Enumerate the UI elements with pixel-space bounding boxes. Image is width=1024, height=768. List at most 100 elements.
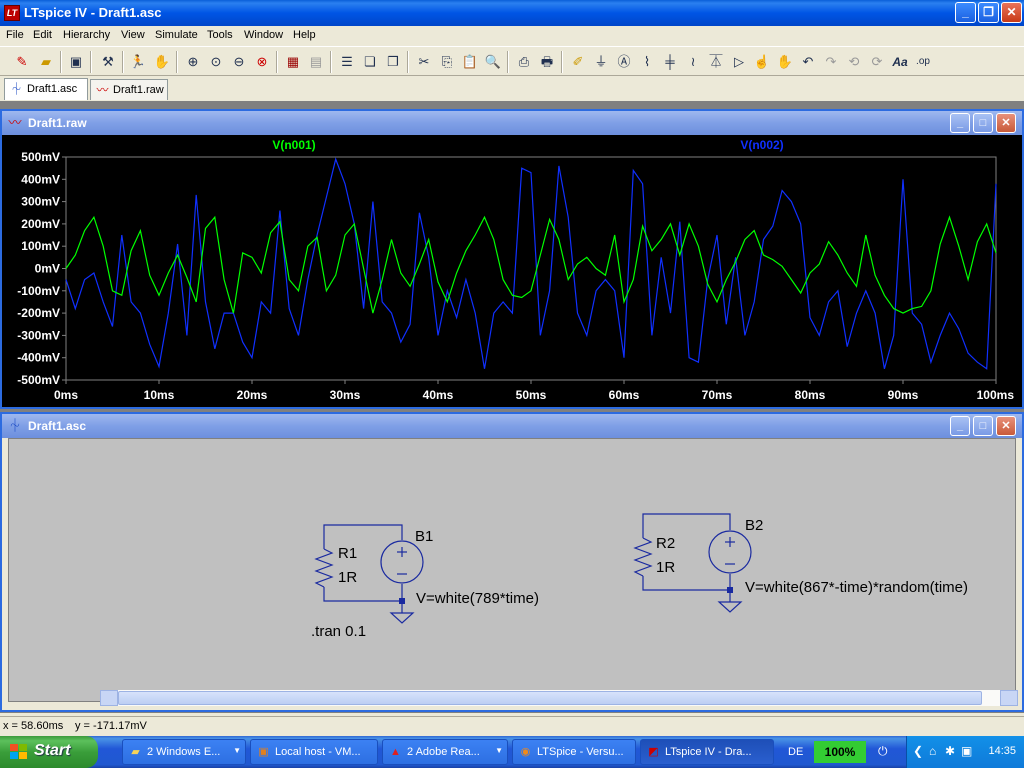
move-icon[interactable]: ☝: [752, 52, 772, 72]
trace-label[interactable]: V(n002): [740, 138, 783, 152]
new-schematic-icon[interactable]: ✎: [12, 52, 32, 72]
scroll-right-button[interactable]: [1000, 690, 1018, 706]
control-panel-icon[interactable]: ⚒: [98, 52, 118, 72]
waveform-close-button[interactable]: ✕: [996, 113, 1016, 133]
b2-expression-label[interactable]: V=white(867*-time)*random(time): [745, 579, 968, 596]
rotate-icon[interactable]: ⟲: [844, 52, 864, 72]
power-icon[interactable]: ⏻: [878, 744, 888, 759]
tile-horizontal-icon[interactable]: ☰: [337, 52, 357, 72]
start-button[interactable]: Start: [0, 736, 98, 768]
schematic-horizontal-scrollbar[interactable]: [100, 690, 1018, 706]
waveform-viewer-window[interactable]: 〰 Draft1.raw _ □ ✕ 500mV 400mV 300mV 200mV 1…: [0, 109, 1024, 409]
print-icon[interactable]: 🖶: [537, 52, 557, 72]
task-windows-explorer[interactable]: ▰ 2 Windows E... ▼: [122, 739, 246, 765]
menu-hierarchy[interactable]: Hierarchy: [63, 29, 110, 41]
spice-directive-icon[interactable]: .op: [913, 52, 933, 72]
menu-simulate[interactable]: Simulate: [155, 29, 198, 41]
resistor-icon[interactable]: ⌇: [637, 52, 657, 72]
zoom-out-icon[interactable]: ⊖: [229, 52, 249, 72]
main-title-bar[interactable]: LT LTspice IV - Draft1.asc _ ❐ ✕: [0, 0, 1024, 26]
menu-edit[interactable]: Edit: [33, 29, 52, 41]
resistor-r1[interactable]: [314, 548, 334, 588]
copy-icon[interactable]: ⎘: [437, 52, 457, 72]
schematic-drawing[interactable]: R1 1R B1 V=white(789*time) .tran 0.1 R2 …: [9, 439, 1015, 701]
menu-view[interactable]: View: [121, 29, 145, 41]
scroll-left-button[interactable]: [100, 690, 118, 706]
minimize-button[interactable]: _: [955, 2, 976, 23]
save-icon[interactable]: ▣: [66, 52, 86, 72]
clock[interactable]: 14:35: [988, 745, 1016, 757]
waveform-plot-pane[interactable]: 500mV 400mV 300mV 200mV 100mV 0mV -100mV -200mV…: [2, 135, 1022, 407]
schematic-close-button[interactable]: ✕: [996, 416, 1016, 436]
mirror-icon[interactable]: ⟳: [867, 52, 887, 72]
find-icon[interactable]: 🔍: [483, 52, 503, 72]
restore-button[interactable]: ❐: [978, 2, 999, 23]
tab-draft1-asc[interactable]: ⏆ Draft1.asc: [4, 78, 88, 100]
arrow-left-icon[interactable]: ❮: [913, 744, 923, 758]
menu-window[interactable]: Window: [244, 29, 283, 41]
wire[interactable]: [642, 574, 731, 591]
wire-icon[interactable]: ✐: [568, 52, 588, 72]
r1-name-label[interactable]: R1: [338, 545, 357, 562]
task-ltspice[interactable]: ◩ LTspice IV - Dra...: [640, 739, 774, 765]
bluetooth-icon[interactable]: ✱: [945, 744, 955, 758]
halt-icon[interactable]: ✋: [152, 52, 172, 72]
drag-icon[interactable]: ✋: [775, 52, 795, 72]
r2-value-label[interactable]: 1R: [656, 559, 675, 576]
ground-symbol[interactable]: [717, 601, 743, 613]
open-icon[interactable]: ▰: [36, 52, 56, 72]
diode-icon[interactable]: ⏄: [706, 52, 726, 72]
pan-icon[interactable]: ⊙: [206, 52, 226, 72]
scroll-thumb[interactable]: [118, 691, 982, 705]
tab-draft1-raw[interactable]: 〰 Draft1.raw: [90, 79, 168, 100]
zoom-in-icon[interactable]: ⊕: [183, 52, 203, 72]
b2-name-label[interactable]: B2: [745, 517, 763, 534]
network-icon[interactable]: ⌂: [929, 744, 936, 758]
resistor-r2[interactable]: [633, 537, 653, 577]
label-net-icon[interactable]: Ⓐ: [614, 52, 634, 72]
waveform-window-title-bar[interactable]: 〰 Draft1.raw _ □ ✕: [2, 111, 1022, 135]
menu-file[interactable]: File: [6, 29, 24, 41]
waveform-chart[interactable]: 500mV 400mV 300mV 200mV 100mV 0mV -100mV -200mV…: [2, 135, 1022, 407]
b1-name-label[interactable]: B1: [415, 528, 433, 545]
undo-icon[interactable]: ↶: [798, 52, 818, 72]
task-firefox-ltspice[interactable]: ◉ LTSpice - Versu...: [512, 739, 636, 765]
paste-icon[interactable]: 📋: [460, 52, 480, 72]
language-indicator[interactable]: DE: [788, 746, 803, 758]
capacitor-icon[interactable]: ╪: [660, 52, 680, 72]
ltspice-app-icon[interactable]: LT: [4, 5, 20, 21]
task-adobe-reader[interactable]: ▲ 2 Adobe Rea... ▼: [382, 739, 508, 765]
inductor-icon[interactable]: ≀: [683, 52, 703, 72]
zoom-fit-icon[interactable]: ⊗: [252, 52, 272, 72]
menu-tools[interactable]: Tools: [207, 29, 233, 41]
close-button[interactable]: ✕: [1001, 2, 1022, 23]
print-setup-icon[interactable]: ⎙: [514, 52, 534, 72]
task-vm-localhost[interactable]: ▣ Local host - VM...: [250, 739, 378, 765]
cascade-icon[interactable]: ❏: [360, 52, 380, 72]
trace-vn002[interactable]: [65, 157, 997, 370]
zoom-indicator[interactable]: 100%: [814, 741, 866, 763]
cursor-icon[interactable]: ▤: [306, 52, 326, 72]
r1-value-label[interactable]: 1R: [338, 569, 357, 586]
redo-icon[interactable]: ↷: [821, 52, 841, 72]
wire[interactable]: [323, 584, 403, 602]
b1-expression-label[interactable]: V=white(789*time): [416, 590, 539, 607]
trace-label[interactable]: V(n001): [272, 138, 315, 152]
menu-help[interactable]: Help: [293, 29, 316, 41]
schematic-minimize-button[interactable]: _: [950, 416, 970, 436]
display-icon[interactable]: ▣: [961, 744, 972, 758]
autorange-icon[interactable]: ▦: [283, 52, 303, 72]
waveform-maximize-button[interactable]: □: [973, 113, 993, 133]
wire[interactable]: [323, 524, 403, 549]
run-icon[interactable]: 🏃: [128, 52, 148, 72]
schematic-canvas[interactable]: R1 1R B1 V=white(789*time) .tran 0.1 R2 …: [8, 438, 1016, 702]
text-icon[interactable]: Aa: [890, 52, 910, 72]
schematic-window-title-bar[interactable]: ⏆ Draft1.asc _ □ ✕: [2, 414, 1022, 438]
ground-icon[interactable]: ⏚: [591, 52, 611, 72]
schematic-maximize-button[interactable]: □: [973, 416, 993, 436]
tran-directive[interactable]: .tran 0.1: [311, 623, 366, 640]
r2-name-label[interactable]: R2: [656, 535, 675, 552]
cut-icon[interactable]: ✂: [414, 52, 434, 72]
ground-symbol[interactable]: [389, 612, 415, 624]
component-icon[interactable]: ▷: [729, 52, 749, 72]
